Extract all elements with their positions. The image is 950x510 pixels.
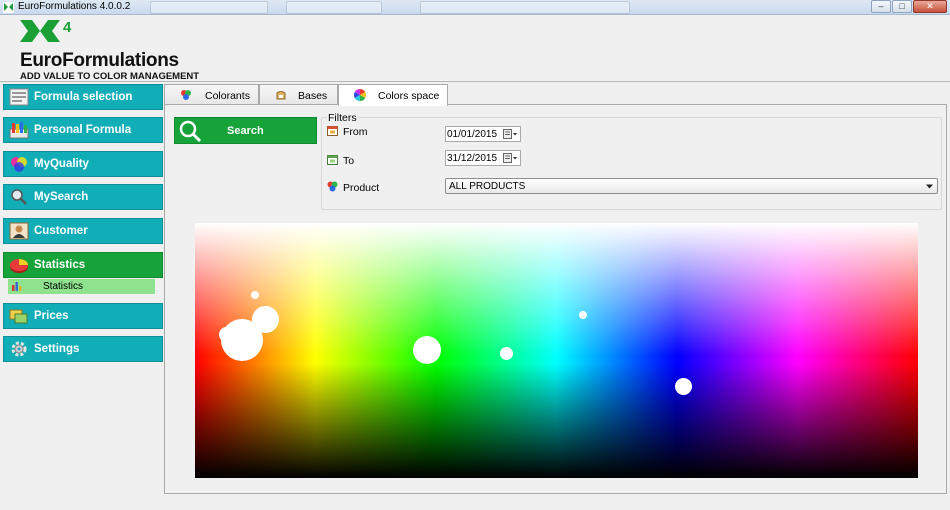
calendar-to-icon xyxy=(327,155,338,165)
sidebar-item-label: Statistics xyxy=(34,259,86,271)
search-button[interactable]: Search xyxy=(174,117,317,144)
to-label: To xyxy=(343,155,355,167)
window-title: EuroFormulations 4.0.0.2 xyxy=(18,1,131,12)
tab-label: Bases xyxy=(298,90,328,102)
background-window-tab xyxy=(286,1,382,14)
minimize-button[interactable]: – xyxy=(871,0,891,13)
color-point[interactable] xyxy=(251,291,259,299)
sidebar-item-label: Prices xyxy=(34,310,69,322)
pie-chart-icon xyxy=(10,259,28,273)
to-date-field[interactable]: 31/12/2015 xyxy=(445,150,521,166)
filters-group xyxy=(321,117,942,210)
app-icon xyxy=(3,2,14,13)
background-window-tab xyxy=(150,1,268,14)
logo-name: EuroFormulations xyxy=(20,50,179,71)
background-window-tab xyxy=(420,1,630,14)
color-point[interactable] xyxy=(252,306,279,333)
bases-icon xyxy=(276,91,286,100)
header-divider xyxy=(0,81,950,82)
tab-label: Colorants xyxy=(205,90,250,102)
filters-legend: Filters xyxy=(327,112,358,124)
product-icon xyxy=(327,181,338,192)
to-date-value: 31/12/2015 xyxy=(447,153,498,164)
bar-chart-icon xyxy=(12,282,22,291)
search-icon xyxy=(179,120,202,143)
sidebar-item-label: MyQuality xyxy=(34,158,89,170)
calendar-dropdown-icon[interactable] xyxy=(503,129,517,139)
product-select[interactable]: ALL PRODUCTS xyxy=(445,178,938,194)
maximize-button[interactable]: □ xyxy=(892,0,912,13)
search-button-label: Search xyxy=(227,125,264,137)
from-date-value: 01/01/2015 xyxy=(447,129,498,140)
sidebar-item-label: Settings xyxy=(34,343,80,355)
sidebar-item-personal-formula[interactable]: Personal Formula xyxy=(3,117,163,143)
customer-icon xyxy=(9,222,29,240)
color-point[interactable] xyxy=(675,378,692,395)
sidebar-item-label: Personal Formula xyxy=(34,124,132,136)
sidebar-item-label: Customer xyxy=(34,225,88,237)
sidebar-item-settings[interactable]: Settings xyxy=(3,336,163,362)
product-select-value: ALL PRODUCTS xyxy=(449,181,526,192)
sidebar-item-prices[interactable]: Prices xyxy=(3,303,163,329)
color-wheel-icon xyxy=(354,89,366,101)
calendar-dropdown-icon[interactable] xyxy=(503,153,517,163)
tab-colors-space[interactable]: Colors space xyxy=(338,84,448,106)
gear-icon xyxy=(11,341,27,357)
color-point[interactable] xyxy=(413,336,441,364)
calendar-from-icon xyxy=(327,126,338,136)
logo-mark-icon: 4 xyxy=(20,19,72,42)
sidebar-item-formula-selection[interactable]: Formula selection xyxy=(3,84,163,110)
sidebar-subitem-statistics[interactable]: Statistics xyxy=(8,279,155,294)
color-point[interactable] xyxy=(500,347,513,360)
sidebar-item-label: MySearch xyxy=(34,191,89,203)
tab-bases[interactable]: Bases xyxy=(259,84,338,105)
from-label: From xyxy=(343,126,368,138)
color-space-map[interactable] xyxy=(195,223,918,478)
prices-icon xyxy=(9,309,28,324)
lightness-gradient xyxy=(195,223,918,478)
colorants-icon xyxy=(181,90,191,100)
sidebar-item-label: Formula selection xyxy=(34,91,133,103)
quality-icon xyxy=(11,157,27,172)
sidebar-item-statistics[interactable]: Statistics xyxy=(3,252,163,278)
color-point[interactable] xyxy=(219,327,234,342)
close-button[interactable]: ✕ xyxy=(913,0,947,13)
magnifier-icon xyxy=(11,189,27,205)
formula-icon xyxy=(9,88,29,106)
sidebar-item-mysearch[interactable]: MySearch xyxy=(3,184,163,210)
personal-formula-icon xyxy=(9,122,29,139)
sidebar-subitem-label: Statistics xyxy=(43,281,84,292)
tab-colorants[interactable]: Colorants xyxy=(164,84,259,105)
tab-label: Colors space xyxy=(378,90,440,102)
title-bar: EuroFormulations 4.0.0.2 – □ ✕ xyxy=(0,0,950,15)
color-point[interactable] xyxy=(579,311,587,319)
chevron-down-icon xyxy=(926,184,933,189)
logo-superscript: 4 xyxy=(63,19,72,36)
sidebar-item-customer[interactable]: Customer xyxy=(3,218,163,244)
product-label: Product xyxy=(343,182,380,194)
sidebar-item-myquality[interactable]: MyQuality xyxy=(3,151,163,177)
from-date-field[interactable]: 01/01/2015 xyxy=(445,126,521,142)
